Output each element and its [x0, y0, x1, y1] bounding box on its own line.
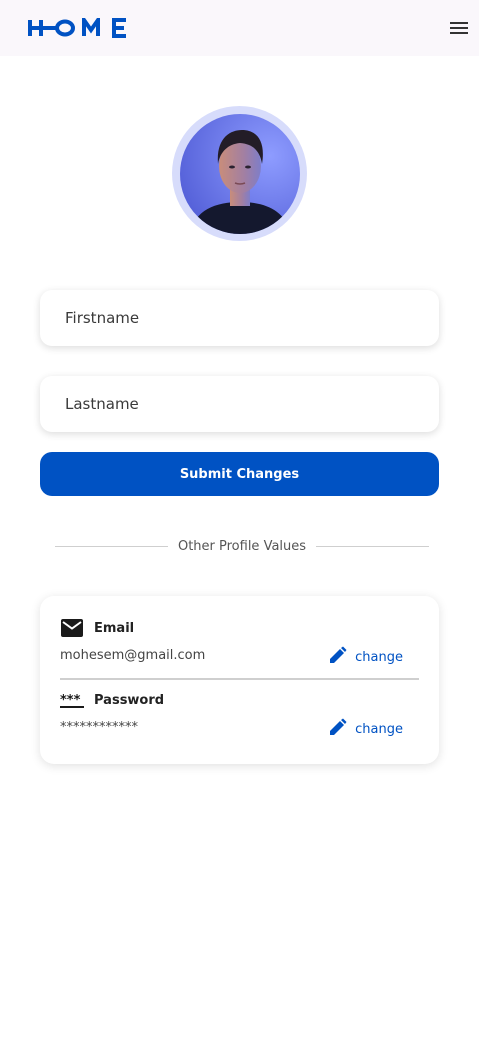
change-email-button[interactable]: change	[329, 646, 403, 668]
password-label: Password	[94, 692, 165, 708]
menu-bar-2	[450, 27, 468, 29]
mail-icon	[60, 616, 84, 640]
email-label: Email	[94, 620, 135, 636]
submit-changes-button[interactable]: Submit Changes	[40, 452, 439, 496]
divider-line-right	[316, 545, 430, 547]
menu-bar-3	[450, 32, 468, 34]
top-app-bar	[0, 0, 479, 56]
password-icon: ***	[60, 688, 84, 712]
change-password-label: change	[355, 721, 403, 737]
change-email-label: change	[355, 649, 403, 665]
avatar-container[interactable]	[172, 106, 307, 241]
avatar-icon	[179, 113, 300, 234]
profile-values-card: Email mohesem@gmail.com change *** Passw…	[40, 596, 439, 764]
password-value: ************	[60, 720, 138, 735]
lastname-input[interactable]	[40, 376, 439, 432]
divider-label: Other Profile Values	[177, 538, 307, 554]
menu-button[interactable]	[444, 14, 474, 42]
pencil-icon	[329, 718, 347, 740]
menu-bar-1	[450, 22, 468, 24]
email-value: mohesem@gmail.com	[60, 648, 206, 663]
section-divider: Other Profile Values	[55, 536, 430, 556]
svg-text:***: ***	[60, 693, 81, 708]
change-password-button[interactable]: change	[329, 718, 403, 740]
email-row: Email mohesem@gmail.com change	[60, 616, 419, 680]
pencil-icon	[329, 646, 347, 668]
home-logo[interactable]	[28, 18, 130, 38]
password-row: *** Password ************ change	[60, 688, 419, 748]
firstname-input[interactable]	[40, 290, 439, 346]
firstname-field[interactable]	[40, 290, 439, 346]
lastname-field[interactable]	[40, 376, 439, 432]
divider-line-left	[55, 545, 168, 547]
